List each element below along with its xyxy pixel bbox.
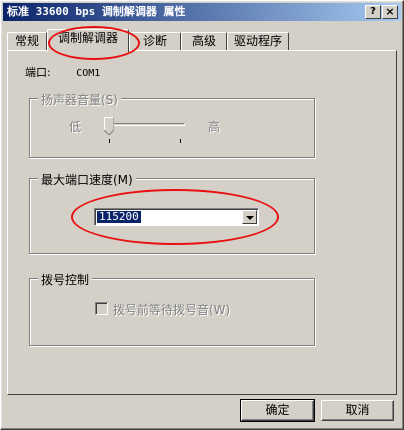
help-button[interactable]: ? xyxy=(365,5,381,19)
port-speed-value: 115200 xyxy=(97,210,141,223)
wait-dialtone-checkbox[interactable] xyxy=(95,302,108,315)
dropdown-arrow-icon[interactable] xyxy=(242,210,257,224)
port-info: 端口: COM1 xyxy=(25,64,100,80)
slider-tick-min xyxy=(109,139,110,143)
cancel-button[interactable]: 取消 xyxy=(321,400,394,421)
tab-diagnostics[interactable]: 诊断 xyxy=(129,32,181,51)
properties-dialog: 标准 33600 bps 调制解调器 属性 ? × 常规 调制解调器 诊断 高级… xyxy=(0,0,404,430)
title-bar: 标准 33600 bps 调制解调器 属性 xyxy=(3,3,401,21)
wait-dialtone-label: 拨号前等待拨号音(W) xyxy=(113,303,231,317)
ok-button[interactable]: 确定 xyxy=(240,399,315,422)
dial-control-label: 拨号控制 xyxy=(38,271,93,288)
speaker-volume-label: 扬声器音量(S) xyxy=(38,91,121,108)
port-speed-combobox[interactable]: 115200 xyxy=(94,208,259,226)
port-value: COM1 xyxy=(76,68,101,79)
tab-advanced[interactable]: 高级 xyxy=(181,32,227,51)
port-label: 端口: xyxy=(25,66,51,79)
close-button[interactable]: × xyxy=(382,5,398,19)
speaker-low-label: 低 xyxy=(69,120,82,134)
max-port-speed-label: 最大端口速度(M) xyxy=(38,171,136,188)
speaker-slider-thumb[interactable] xyxy=(104,117,114,135)
tab-general[interactable]: 常规 xyxy=(7,32,47,51)
speaker-slider-track xyxy=(109,123,185,126)
window-title: 标准 33600 bps 调制解调器 属性 xyxy=(7,5,186,18)
speaker-high-label: 高 xyxy=(208,120,221,134)
tab-modem[interactable]: 调制解调器 xyxy=(47,29,129,52)
slider-tick-max xyxy=(180,139,181,143)
tab-driver[interactable]: 驱动程序 xyxy=(227,32,289,51)
